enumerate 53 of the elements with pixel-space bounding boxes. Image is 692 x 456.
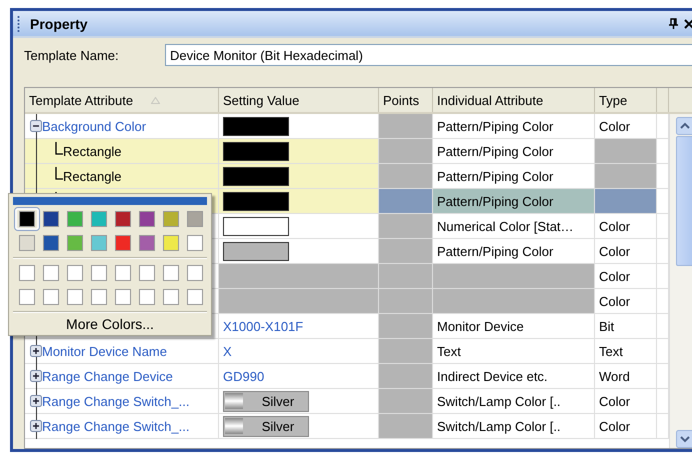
collapse-icon[interactable] [30,120,42,132]
expand-icon[interactable] [30,420,42,432]
attribute-name: Background Color [42,118,146,134]
expand-icon[interactable] [30,370,42,382]
gradient-swatch-icon [225,393,243,409]
scroll-down-icon[interactable] [676,430,692,448]
setting-value: X1000-X101F [223,318,304,334]
color-swatch[interactable] [223,242,289,260]
table-cell[interactable] [219,139,379,163]
scroll-thumb[interactable] [676,136,692,266]
scroll-up-icon[interactable] [676,117,692,135]
color-swatch[interactable] [223,142,289,160]
color-swatch[interactable] [223,166,289,186]
attribute-name: Range Change Device [42,368,173,384]
table-cell[interactable] [219,264,379,288]
template-name-label: Template Name: [24,48,120,62]
column-header[interactable]: Setting Value [219,88,379,112]
attribute-name: Rectangle [63,144,122,158]
table-cell[interactable] [219,289,379,313]
tree-branch-line [55,142,63,154]
attribute-name: Range Change Switch_... [42,394,190,408]
close-icon[interactable] [684,18,692,28]
table-cell: Pattern/Piping Color [433,189,595,213]
setting-value: X [223,344,232,358]
vertical-scrollbar[interactable] [669,114,692,448]
color-select-button[interactable]: Silver [223,390,309,412]
setting-value: GD990 [223,368,264,384]
attribute-name: Rectangle [63,168,122,184]
column-header[interactable]: Points [379,88,433,112]
color-swatch[interactable] [223,216,289,236]
template-name-field[interactable]: Device Monitor (Bit Hexadecimal) [165,44,692,66]
expand-icon[interactable] [30,345,42,357]
attribute-name: Monitor Device Name [42,344,167,358]
panel-title: Property [30,16,88,32]
pin-icon[interactable] [669,18,678,29]
color-swatch[interactable] [223,192,289,210]
expand-icon[interactable] [30,395,42,407]
color-option[interactable] [15,208,39,230]
more-colors-button[interactable]: More Colors... [13,316,207,333]
table-cell[interactable] [219,189,379,213]
table-cell[interactable]: Rectangle [25,139,219,163]
gradient-swatch-icon [225,418,243,434]
column-header[interactable]: Individual Attribute [433,88,595,112]
table-cell[interactable] [219,164,379,188]
sort-arrow-icon [151,96,160,104]
table-cell[interactable]: Rectangle [25,164,219,188]
grip-icon[interactable] [17,14,20,32]
tree-branch-line [55,166,63,180]
color-swatch[interactable] [223,116,289,136]
attribute-name: Range Change Switch_... [42,418,190,434]
color-select-button[interactable]: Silver [223,416,309,436]
column-header[interactable]: Template Attribute [25,88,219,112]
column-header[interactable]: Type [595,88,657,112]
